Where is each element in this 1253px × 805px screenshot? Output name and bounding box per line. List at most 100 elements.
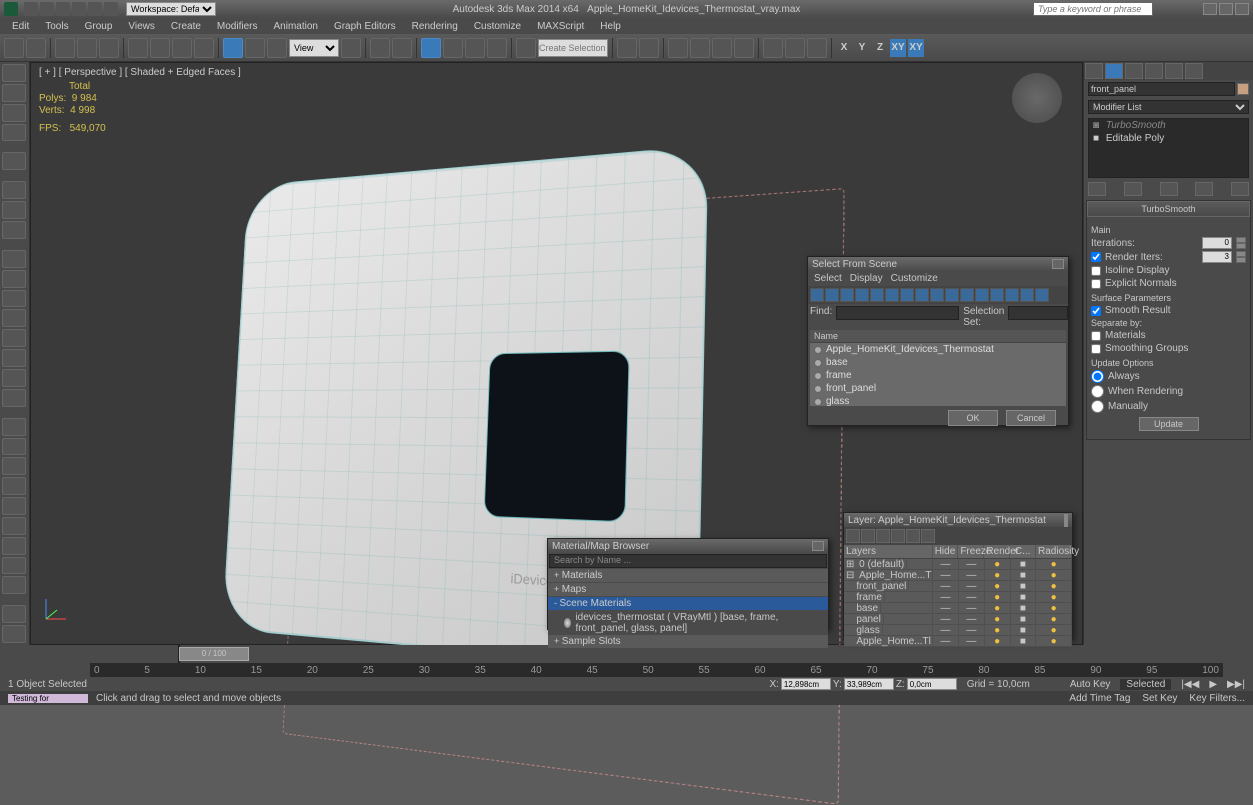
explicit-normals-check[interactable] — [1091, 279, 1101, 289]
qa-btn[interactable] — [56, 2, 70, 16]
tab-create[interactable] — [1085, 63, 1103, 79]
left-tool[interactable] — [2, 576, 26, 594]
left-tool[interactable] — [2, 152, 26, 170]
coord-z-input[interactable] — [907, 678, 957, 690]
named-selection-input[interactable] — [538, 39, 608, 57]
close-icon[interactable] — [1066, 514, 1068, 527]
layer-row[interactable]: frame——●■● — [844, 592, 1072, 603]
spinner-down[interactable] — [1236, 243, 1246, 249]
left-tool[interactable] — [2, 309, 26, 327]
select-region-button[interactable] — [172, 38, 192, 58]
left-tool[interactable] — [2, 250, 26, 268]
left-tool[interactable] — [2, 124, 26, 142]
tab-hierarchy[interactable] — [1125, 63, 1143, 79]
make-unique-button[interactable] — [1160, 182, 1178, 196]
align-button[interactable] — [639, 38, 659, 58]
filter-btn[interactable] — [840, 288, 854, 302]
filter-btn[interactable] — [810, 288, 824, 302]
filter-btn[interactable] — [975, 288, 989, 302]
left-tool[interactable] — [2, 605, 26, 623]
menu-maxscript[interactable]: MAXScript — [531, 21, 590, 32]
auto-key-button[interactable]: Auto Key — [1070, 679, 1111, 690]
list-item[interactable]: front_panel — [810, 382, 1066, 395]
curve-editor-button[interactable] — [690, 38, 710, 58]
tab-utilities[interactable] — [1185, 63, 1203, 79]
quick-access-toolbar[interactable] — [24, 2, 118, 16]
qa-btn[interactable] — [24, 2, 38, 16]
list-header-name[interactable]: Name — [810, 330, 1066, 343]
menu-display[interactable]: Display — [850, 273, 883, 284]
left-tool[interactable] — [2, 389, 26, 407]
show-end-result-button[interactable] — [1124, 182, 1142, 196]
highlight-button[interactable] — [906, 529, 920, 543]
update-always-radio[interactable] — [1091, 370, 1104, 383]
filter-btn[interactable] — [945, 288, 959, 302]
left-tool[interactable] — [2, 104, 26, 122]
menu-animation[interactable]: Animation — [267, 21, 323, 32]
menu-customize[interactable]: Customize — [891, 273, 938, 284]
render-iters-check[interactable] — [1091, 252, 1101, 262]
remove-modifier-button[interactable] — [1195, 182, 1213, 196]
add-to-layer-button[interactable] — [876, 529, 890, 543]
modifier-item[interactable]: ◙ TurboSmooth — [1089, 119, 1248, 132]
header-hide[interactable]: Hide — [933, 545, 959, 558]
filter-btn[interactable] — [915, 288, 929, 302]
pin-stack-button[interactable] — [1088, 182, 1106, 196]
modifier-item[interactable]: ■ Editable Poly — [1089, 132, 1248, 145]
edit-named-sel-button[interactable] — [516, 38, 536, 58]
layer-row[interactable]: ⊞ 0 (default)——●■● — [844, 559, 1072, 570]
header-color[interactable]: C... — [1010, 545, 1036, 558]
key-filter-select[interactable]: Selected — [1120, 679, 1171, 690]
filter-btn[interactable] — [1005, 288, 1019, 302]
tab-motion[interactable] — [1145, 63, 1163, 79]
render-setup-button[interactable] — [763, 38, 783, 58]
select-by-name-button[interactable] — [150, 38, 170, 58]
left-tool[interactable] — [2, 290, 26, 308]
left-tool[interactable] — [2, 438, 26, 456]
select-and-scale-button[interactable] — [267, 38, 287, 58]
close-button[interactable] — [1235, 3, 1249, 15]
workspace-select[interactable]: Workspace: Default — [126, 2, 216, 16]
time-slider[interactable]: 0 / 100 — [178, 645, 180, 663]
filter-btn[interactable] — [990, 288, 1004, 302]
left-tool[interactable] — [2, 270, 26, 288]
filter-btn[interactable] — [930, 288, 944, 302]
playback-play-button[interactable]: ▶ — [1209, 679, 1217, 690]
unlink-button[interactable] — [77, 38, 97, 58]
layer-grid[interactable]: Layers Hide Freeze Render C... Radiosity… — [844, 545, 1072, 647]
select-and-rotate-button[interactable] — [245, 38, 265, 58]
select-objects-button[interactable] — [891, 529, 905, 543]
object-color-swatch[interactable] — [1237, 83, 1249, 95]
select-object-button[interactable] — [128, 38, 148, 58]
material-item[interactable]: idevices_thermostat ( VRayMtl ) [base, f… — [548, 611, 828, 635]
filter-btn[interactable] — [900, 288, 914, 302]
modifier-list-select[interactable]: Modifier List — [1088, 100, 1249, 114]
left-tool[interactable] — [2, 201, 26, 219]
find-input[interactable] — [836, 306, 959, 320]
axis-x-button[interactable]: X — [836, 39, 852, 57]
set-key-button[interactable]: Set Key — [1142, 693, 1177, 704]
object-name-input[interactable] — [1088, 82, 1235, 96]
layer-row[interactable]: panel——●■● — [844, 614, 1072, 625]
render-iters-spinner[interactable]: 3 — [1202, 251, 1232, 263]
update-when-rendering-radio[interactable] — [1091, 385, 1104, 398]
filter-btn[interactable] — [825, 288, 839, 302]
list-item[interactable]: Apple_HomeKit_Idevices_Thermostat — [810, 343, 1066, 356]
filter-btn[interactable] — [1020, 288, 1034, 302]
filter-btn[interactable] — [870, 288, 884, 302]
menu-views[interactable]: Views — [122, 21, 161, 32]
spinner-snap-button[interactable] — [487, 38, 507, 58]
layer-row[interactable]: front_panel——●■● — [844, 581, 1072, 592]
left-tool[interactable] — [2, 181, 26, 199]
filter-btn[interactable] — [960, 288, 974, 302]
update-manually-radio[interactable] — [1091, 400, 1104, 413]
left-tool[interactable] — [2, 349, 26, 367]
axis-z-button[interactable]: Z — [872, 39, 888, 57]
time-ruler[interactable]: 0510152025303540455055606570758085909510… — [90, 663, 1223, 677]
layer-row[interactable]: base——●■● — [844, 603, 1072, 614]
coord-y-input[interactable] — [844, 678, 894, 690]
rendered-frame-button[interactable] — [785, 38, 805, 58]
render-button[interactable] — [807, 38, 827, 58]
list-item[interactable]: base — [810, 356, 1066, 369]
menu-edit[interactable]: Edit — [6, 21, 35, 32]
